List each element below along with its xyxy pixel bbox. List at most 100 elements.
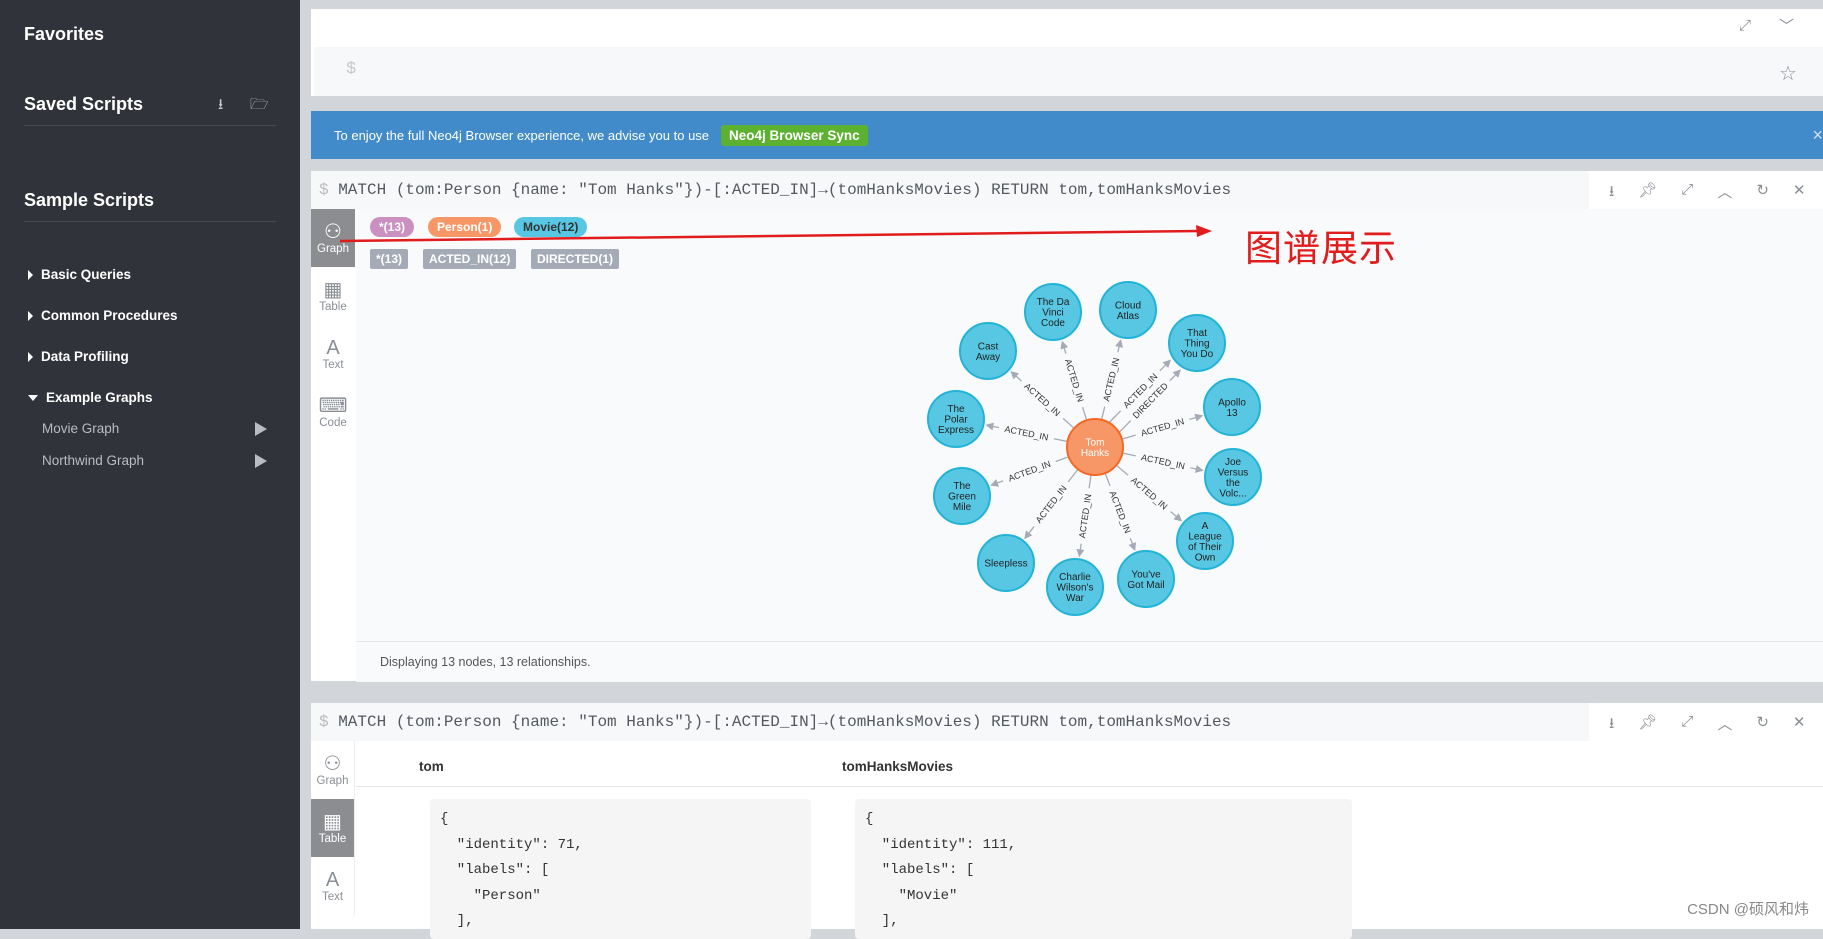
arrowhead[interactable] [1076,548,1085,558]
fullscreen-icon[interactable]: ⤢ [1681,181,1693,206]
graph-canvas[interactable]: *(13) Person(1) Movie(12) *(13) ACTED_IN… [356,209,1823,679]
relationship-line[interactable] [1109,410,1122,423]
sidebar-item-northwind-graph[interactable]: Northwind Graph [42,453,267,468]
movie-node-label[interactable]: Vinci [1042,308,1064,319]
sidebar-item-example-graphs[interactable]: Example Graphs [28,390,153,405]
relationship-label[interactable]: ACTED_IN [1129,475,1169,512]
tab-text[interactable]: A Text [311,857,354,915]
close-icon[interactable]: ✕ [1793,713,1806,738]
relationship-label[interactable]: ACTED_IN [1034,484,1069,525]
rerun-icon[interactable]: ↻ [1756,181,1769,206]
person-node-label[interactable]: Tom [1086,437,1105,448]
star-icon[interactable]: ☆ [1779,61,1797,86]
tab-text[interactable]: A Text [311,325,355,383]
relationship-label[interactable]: ACTED_IN [1140,416,1186,438]
relationship-line[interactable] [1062,417,1075,429]
movie-node-label[interactable]: Atlas [1117,311,1139,322]
relationship-line[interactable] [1121,434,1136,440]
fullscreen-icon[interactable]: ⤢ [1681,713,1693,738]
relationship-line[interactable] [1104,472,1111,487]
arrowhead[interactable] [1024,530,1033,540]
arrowhead[interactable] [1194,413,1204,422]
tab-table[interactable]: ▦ Table [311,267,355,325]
relationship-label[interactable]: ACTED_IN [1077,493,1093,538]
collapse-icon[interactable]: ︿ [1717,181,1732,206]
movie-node-label[interactable]: Joe [1225,457,1242,468]
movie-node-label[interactable]: the [1226,478,1240,489]
collapse-icon[interactable]: ︿ [1717,713,1732,738]
arrowhead[interactable] [985,422,995,431]
movie-node-label[interactable]: You've [1131,569,1161,580]
pin-icon[interactable]: 📌︎ [1638,713,1657,738]
movie-node-label[interactable]: Away [976,352,1000,363]
arrowhead[interactable] [1060,340,1069,350]
relationship-label[interactable]: ACTED_IN [1140,452,1186,471]
person-node-label[interactable]: Hanks [1081,448,1109,459]
movie-node-label[interactable]: Apollo [1218,397,1246,408]
movie-node-label[interactable]: Cloud [1115,300,1141,311]
movie-node-label[interactable]: Volc... [1219,488,1246,499]
tab-code[interactable]: ⌨ Code [311,383,355,441]
play-icon[interactable] [255,421,267,436]
sidebar-item-basic-queries[interactable]: Basic Queries [28,267,131,282]
movie-node-label[interactable]: Polar [944,415,968,426]
relationship-label[interactable]: ACTED_IN [1107,490,1132,535]
movie-node-label[interactable]: War [1066,593,1085,604]
download-icon[interactable]: ⭳ [1609,181,1614,206]
folder-open-icon[interactable]: 🗁 [250,94,269,119]
movie-node-label[interactable]: Thing [1184,339,1209,350]
close-icon[interactable]: × [1812,125,1823,146]
relationship-line[interactable] [1119,420,1132,433]
arrowhead[interactable] [1195,465,1204,473]
movie-node-label[interactable]: Cast [978,341,999,352]
movie-node-label[interactable]: Express [938,425,974,436]
movie-node-label[interactable]: League [1188,531,1222,542]
sidebar-item-common-procedures[interactable]: Common Procedures [28,308,178,323]
movie-node-label[interactable]: 13 [1226,408,1238,419]
movie-node-label[interactable]: Got Mail [1127,580,1164,591]
movie-node-label[interactable]: Charlie [1059,572,1091,583]
movie-node-label[interactable]: The Da [1037,297,1070,308]
relationship-line[interactable] [1067,468,1079,483]
tab-table[interactable]: ▦ Table [311,799,354,857]
play-icon[interactable] [255,453,267,468]
relationship-line[interactable] [1053,438,1068,443]
fullscreen-icon[interactable]: ⤢ [1739,17,1751,34]
movie-node-label[interactable]: A [1202,521,1209,532]
tab-graph[interactable]: ⚇ Graph [311,741,354,799]
movie-node-label[interactable]: Sleepless [984,559,1027,570]
relationship-label[interactable]: ACTED_IN [1007,459,1052,484]
arrowhead[interactable] [1115,339,1123,348]
browser-sync-button[interactable]: Neo4j Browser Sync [721,124,868,146]
relationship-line[interactable] [1081,406,1088,421]
movie-node-label[interactable]: Own [1195,552,1216,563]
movie-node-label[interactable]: The [947,404,965,415]
relationship-label[interactable]: ACTED_IN [1022,381,1062,418]
chevron-down-icon[interactable]: ﹀ [1779,15,1794,36]
tab-graph[interactable]: ⚇ Graph [311,209,355,267]
sidebar-item-movie-graph[interactable]: Movie Graph [42,421,267,436]
movie-node-label[interactable]: You Do [1181,349,1214,360]
relationship-line[interactable] [1088,474,1092,489]
download-icon[interactable]: ⭳ [1609,713,1614,738]
query-editor-input[interactable]: $ [314,47,1823,96]
relationship-line[interactable] [1100,406,1106,420]
relationship-line[interactable] [1115,464,1129,476]
frame-query[interactable]: $ MATCH (tom:Person {name: "Tom Hanks"})… [311,171,1589,209]
close-icon[interactable]: ✕ [1793,181,1806,206]
relationship-line[interactable] [1122,452,1136,457]
rerun-icon[interactable]: ↻ [1756,713,1769,738]
movie-node-label[interactable]: Green [948,492,976,503]
movie-node-label[interactable]: Code [1041,318,1065,329]
relationship-label[interactable]: ACTED_IN [1063,358,1086,403]
frame-query[interactable]: $ MATCH (tom:Person {name: "Tom Hanks"})… [311,703,1589,741]
sidebar-item-data-profiling[interactable]: Data Profiling [28,349,129,364]
movie-node-label[interactable]: Wilson's [1057,583,1094,594]
relationship-label[interactable]: ACTED_IN [1101,357,1121,403]
relationship-line[interactable] [1055,456,1069,463]
movie-node-label[interactable]: Versus [1218,467,1249,478]
pin-icon[interactable]: 📌︎ [1638,181,1657,206]
movie-node-label[interactable]: That [1187,328,1207,339]
movie-node-label[interactable]: The [953,481,971,492]
movie-node-label[interactable]: of Their [1188,542,1222,553]
